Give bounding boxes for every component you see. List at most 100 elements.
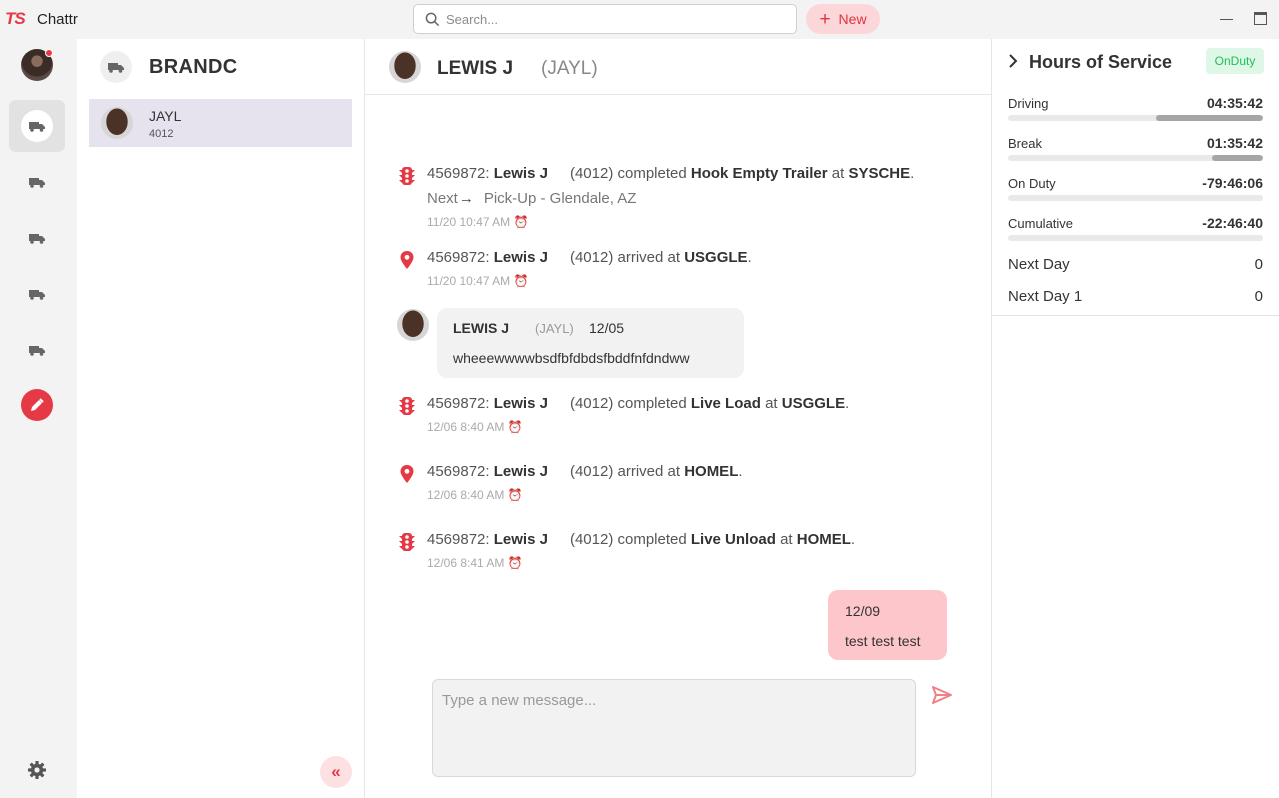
next-stop: Next→ Pick-Up - Glendale, AZ — [427, 190, 637, 207]
conversation-item[interactable]: JAYL 4012 — [89, 99, 352, 147]
chat-panel: LEWIS J (JAYL) 4569872: Lewis J (4012) co… — [365, 39, 991, 798]
minimize-icon[interactable] — [1220, 19, 1233, 20]
rail-item-group-2[interactable] — [9, 156, 65, 208]
collapse-panel-button[interactable]: « — [320, 756, 352, 788]
group-title: BRANDC — [149, 56, 238, 78]
app-name: Chattr — [37, 11, 78, 28]
hos-row-value: 01:35:42 — [1206, 135, 1263, 151]
chat-header: LEWIS J (JAYL) — [365, 39, 991, 95]
sender-name: LEWIS J — [453, 320, 510, 336]
avatar — [389, 51, 421, 83]
map-pin-icon — [400, 465, 414, 483]
truck-icon — [29, 289, 45, 300]
search-icon — [425, 12, 440, 26]
hos-next-day-value: 0 — [1254, 288, 1263, 305]
map-pin-icon — [400, 251, 414, 269]
rail-item-group-5[interactable] — [9, 324, 65, 376]
rail-item-group-3[interactable] — [9, 212, 65, 264]
new-button[interactable]: + New — [806, 4, 880, 34]
send-button[interactable] — [932, 686, 952, 709]
search-box[interactable] — [413, 4, 797, 34]
arrow-right-icon: → — [458, 190, 474, 207]
truck-icon — [29, 177, 45, 188]
alarm-clock-icon: ⏰ — [507, 556, 523, 570]
avatar — [101, 107, 133, 139]
hos-progress-track — [1008, 235, 1263, 241]
message-time: 12/06 8:41 AM ⏰ — [427, 556, 523, 570]
hos-row-label: On Duty — [1008, 176, 1056, 191]
alarm-clock-icon: ⏰ — [507, 488, 523, 502]
rail-item-group-active[interactable] — [9, 100, 65, 152]
incoming-message: LEWIS J (JAYL) 12/05 wheeewwwwbsdfbfdbds… — [437, 308, 744, 378]
system-message-text: 4569872: Lewis J (4012) completed Live Un… — [427, 531, 856, 548]
avatar — [397, 309, 429, 341]
settings-button[interactable] — [27, 760, 47, 785]
hos-progress-track — [1008, 195, 1263, 201]
rail-item-circle — [21, 110, 53, 142]
group-icon-wrap — [100, 51, 132, 83]
conversation-list: BRANDC JAYL 4012 « — [77, 39, 365, 798]
hos-row-label: Driving — [1008, 96, 1049, 111]
status-badge: OnDuty — [1206, 48, 1264, 74]
chevron-right-icon — [1009, 54, 1018, 68]
compose-button[interactable] — [21, 389, 53, 421]
message-time: 12/06 8:40 AM ⏰ — [427, 488, 523, 502]
new-button-label: New — [838, 11, 867, 27]
hos-row-label: Break — [1008, 136, 1042, 151]
message-text: test test test — [845, 633, 921, 649]
message-date: 12/09 — [845, 603, 881, 619]
title-bar: TS Chattr + New — [0, 0, 1279, 39]
traffic-light-icon — [399, 167, 415, 185]
hos-next-day-label: Next Day — [1008, 256, 1070, 273]
hos-progress-track — [1008, 115, 1263, 121]
message-time: 12/06 8:40 AM ⏰ — [427, 420, 523, 434]
divider — [992, 315, 1279, 316]
hos-row-label: Cumulative — [1008, 216, 1074, 231]
hos-header[interactable]: Hours of Service OnDuty — [992, 39, 1279, 85]
traffic-light-icon — [399, 397, 415, 415]
hours-of-service-panel: Hours of Service OnDuty Driving 04:35:42… — [991, 39, 1279, 798]
hos-title: Hours of Service — [1029, 52, 1173, 72]
system-message-text: 4569872: Lewis J (4012) completed Live Lo… — [427, 395, 850, 412]
system-message-text: 4569872: Lewis J (4012) completed Hook Em… — [427, 165, 915, 182]
message-time: 11/20 10:47 AM ⏰ — [427, 274, 529, 288]
conversation-sub: 4012 — [149, 128, 174, 140]
hos-progress-fill — [1212, 155, 1263, 161]
outgoing-message: 12/09 test test test — [828, 590, 947, 660]
message-input[interactable] — [433, 680, 915, 776]
hos-row-value: -22:46:40 — [1202, 215, 1263, 231]
traffic-light-icon — [399, 533, 415, 551]
double-chevron-left-icon: « — [331, 762, 341, 781]
search-input[interactable] — [446, 11, 776, 27]
alarm-clock-icon: ⏰ — [513, 274, 529, 288]
message-time: 11/20 10:47 AM ⏰ — [427, 215, 529, 229]
truck-icon — [29, 121, 45, 132]
hos-next-day-label: Next Day 1 — [1008, 288, 1083, 305]
message-composer — [432, 679, 916, 777]
truck-icon — [29, 345, 45, 356]
notification-dot — [45, 49, 53, 57]
system-message-text: 4569872: Lewis J (4012) arrived at USGGLE… — [427, 249, 752, 266]
hos-row-value: 04:35:42 — [1206, 95, 1263, 111]
hos-next-day-value: 0 — [1254, 256, 1263, 273]
pencil-icon — [31, 398, 44, 411]
conversation-name: JAYL — [149, 108, 182, 124]
gear-icon — [28, 761, 46, 779]
rail-item-group-4[interactable] — [9, 268, 65, 320]
chat-header-code: (JAYL) — [541, 58, 598, 79]
message-date: 12/05 — [589, 320, 625, 336]
plus-icon: + — [819, 8, 831, 30]
truck-icon — [29, 233, 45, 244]
send-icon — [932, 686, 952, 704]
alarm-clock-icon: ⏰ — [513, 215, 529, 229]
maximize-icon[interactable] — [1254, 12, 1267, 25]
alarm-clock-icon: ⏰ — [507, 420, 523, 434]
message-text: wheeewwwwbsdfbfdbdsfbddfnfdndww — [453, 350, 690, 366]
system-message-text: 4569872: Lewis J (4012) arrived at HOMEL. — [427, 463, 743, 480]
hos-progress-fill — [1155, 115, 1263, 121]
truck-icon — [108, 62, 124, 73]
chat-header-name: LEWIS J — [437, 58, 514, 79]
left-rail — [0, 39, 77, 798]
sender-code: (JAYL) — [535, 321, 574, 336]
hos-row-value: -79:46:06 — [1202, 175, 1263, 191]
